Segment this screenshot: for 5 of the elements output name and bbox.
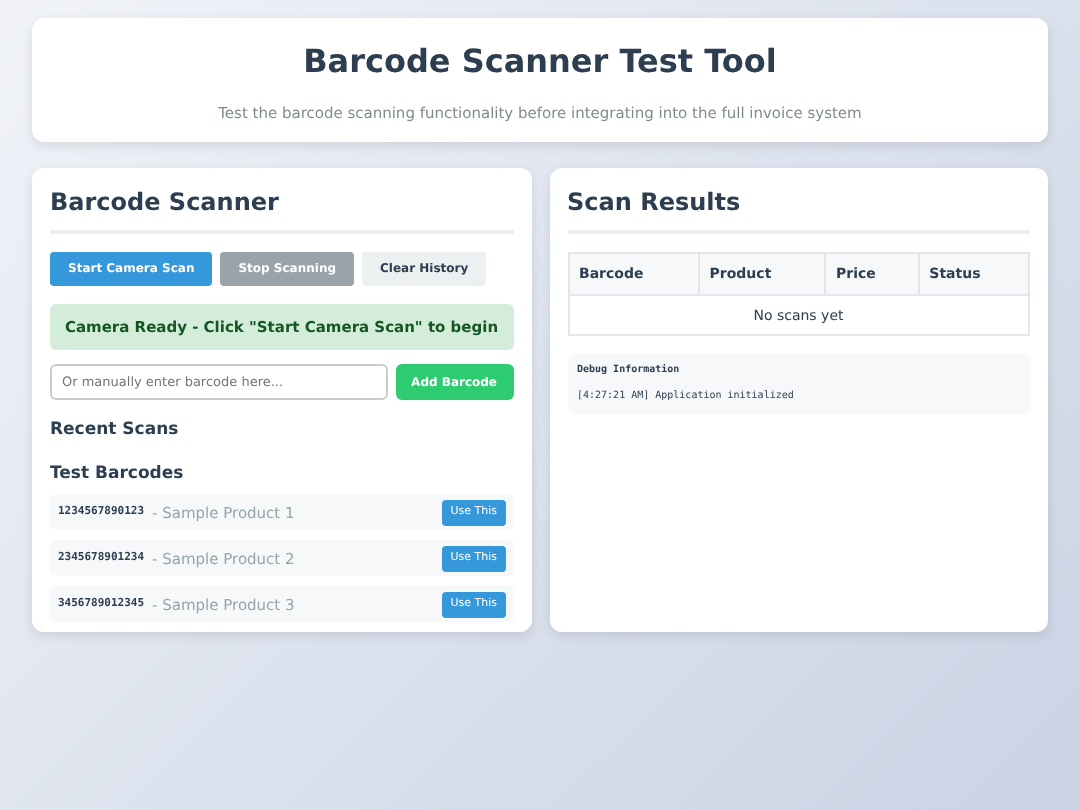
page-title: Barcode Scanner Test Tool (301, 42, 779, 81)
section-title: Test Barcodes (50, 464, 186, 485)
panel-title: Barcode Scanner (50, 188, 513, 234)
panel-title: Scan Results (567, 188, 1030, 234)
section-title: Recent Scans (50, 420, 181, 441)
